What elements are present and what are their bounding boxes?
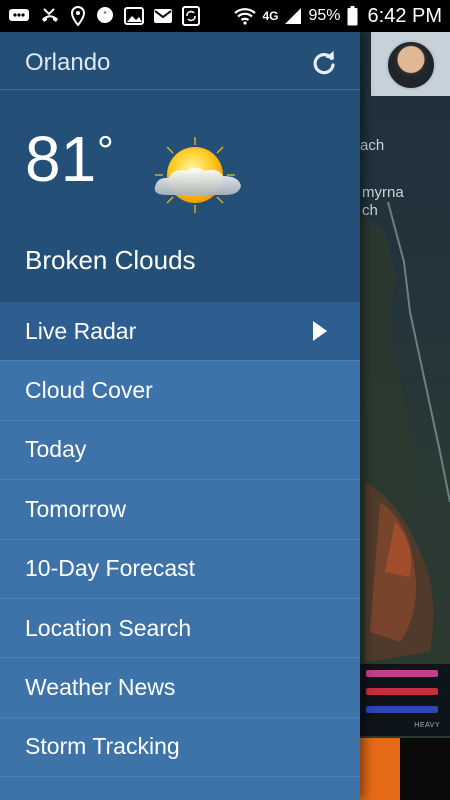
location-icon: [70, 6, 86, 26]
legend-heavy-label: HEAVY: [414, 722, 440, 729]
menu-item-label: 10-Day Forecast: [25, 555, 196, 582]
promo-banner[interactable]: [360, 738, 450, 800]
menu-item-10-day-forecast[interactable]: 10-Day Forecast: [0, 540, 360, 599]
degree-symbol: °: [97, 127, 114, 174]
map-label: ach: [360, 137, 385, 154]
status-bar: ” 4G 95% 6:42 PM: [0, 0, 450, 32]
svg-text:”: ”: [104, 10, 107, 20]
radar-legend: HEAVY: [360, 664, 450, 736]
gallery-icon: [124, 7, 144, 25]
lte-icon: 4G: [262, 9, 279, 23]
navigation-drawer: Orlando 81 ° Broken Clouds Live Radar Cl…: [0, 32, 360, 800]
menu-item-label: Today: [25, 436, 87, 463]
menu-item-storm-tracking[interactable]: Storm Tracking: [0, 718, 360, 778]
menu-item-label: Weather News: [25, 674, 176, 701]
menu-item-today[interactable]: Today: [0, 421, 360, 481]
sync-icon: [182, 6, 200, 26]
map-label: myrna: [362, 184, 404, 201]
missed-call-icon: [39, 7, 61, 25]
menu-item-tomorrow[interactable]: Tomorrow: [0, 480, 360, 540]
battery-icon: [347, 6, 358, 26]
menu-item-label: Tomorrow: [25, 495, 126, 522]
play-arrow-icon: [313, 321, 327, 342]
weather-header: Orlando 81 ° Broken Clouds: [0, 32, 360, 302]
menu-item-cloud-cover[interactable]: Cloud Cover: [0, 361, 360, 421]
menu-item-live-radar[interactable]: Live Radar: [0, 302, 360, 362]
status-clock: 6:42 PM: [367, 5, 442, 27]
chat-bubble-icon: ”: [95, 6, 115, 26]
menu-item-weather-news[interactable]: Weather News: [0, 658, 360, 718]
current-temperature: 81: [25, 123, 97, 195]
menu-item-label: Storm Tracking: [25, 733, 180, 760]
battery-percent: 95%: [308, 7, 341, 24]
partly-cloudy-icon: [147, 135, 247, 215]
menu-item-location-search[interactable]: Location Search: [0, 599, 360, 659]
menu-item-label: Location Search: [25, 614, 192, 641]
refresh-icon[interactable]: [309, 48, 339, 78]
menu-item-label: Cloud Cover: [25, 377, 153, 404]
signal-icon: [284, 7, 302, 25]
weather-condition: Broken Clouds: [25, 245, 196, 275]
menu-item-label: Live Radar: [25, 317, 137, 344]
message-icon: [8, 8, 30, 24]
map-label: ch: [362, 202, 378, 219]
mail-icon: [153, 7, 173, 25]
drawer-menu: Live Radar Cloud Cover Today Tomorrow 10…: [0, 302, 360, 778]
wifi-icon: [234, 7, 257, 25]
city-name: Orlando: [25, 49, 111, 76]
location-row: Orlando: [0, 32, 360, 90]
